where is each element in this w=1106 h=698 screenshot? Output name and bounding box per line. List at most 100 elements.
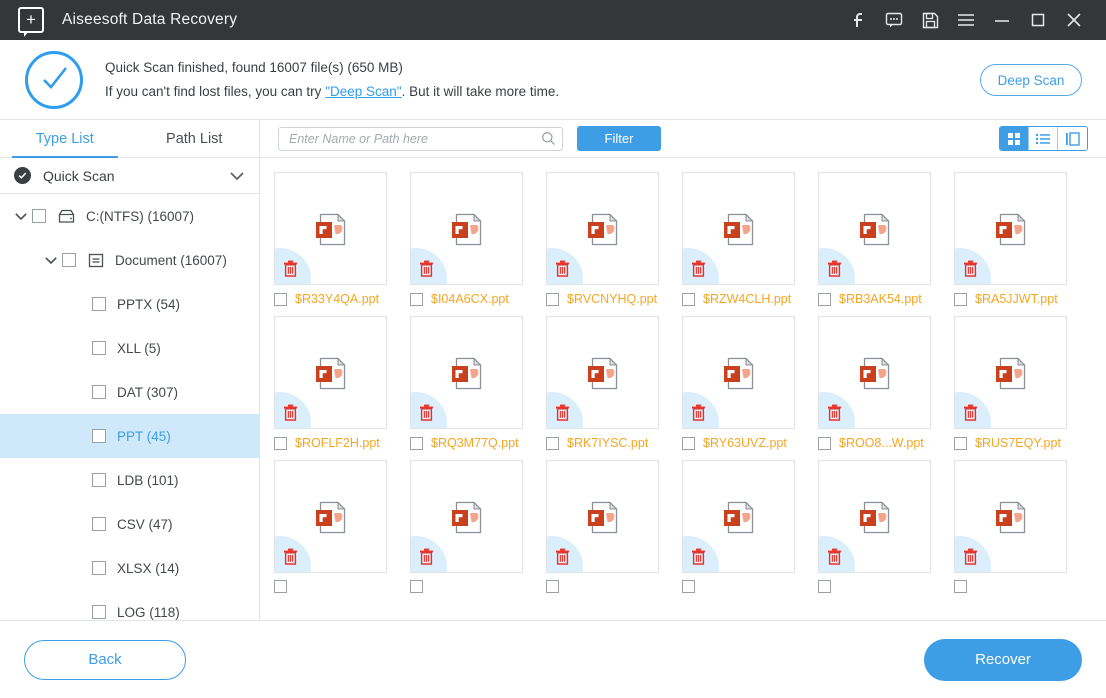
tab-path-list[interactable]: Path List — [130, 120, 260, 157]
scan-mode-row[interactable]: Quick Scan — [0, 158, 259, 194]
file-checkbox[interactable] — [274, 436, 287, 450]
facebook-icon[interactable] — [840, 0, 876, 40]
file-grid-area[interactable]: $R33Y4QA.ppt $I04A6CX.ppt $RVCNYHQ.ppt $RZW… — [260, 158, 1106, 620]
tree-item[interactable]: LOG (118) — [0, 590, 259, 620]
search-icon[interactable] — [541, 131, 556, 146]
file-thumbnail[interactable] — [818, 316, 931, 429]
file-checkbox[interactable] — [410, 292, 423, 306]
save-icon[interactable] — [912, 0, 948, 40]
recover-button[interactable]: Recover — [924, 638, 1082, 681]
chevron-down-icon[interactable] — [10, 212, 32, 221]
file-thumbnail[interactable] — [274, 460, 387, 573]
file-checkbox[interactable] — [274, 580, 287, 593]
maximize-icon[interactable] — [1020, 0, 1056, 40]
tree-item-checkbox[interactable] — [92, 341, 106, 355]
file-checkbox[interactable] — [546, 580, 559, 593]
tree-item-checkbox[interactable] — [92, 517, 106, 531]
minimize-icon[interactable] — [984, 0, 1020, 40]
file-thumbnail[interactable] — [274, 316, 387, 429]
file-checkbox[interactable] — [954, 580, 967, 593]
file-tile[interactable] — [274, 460, 387, 593]
file-thumbnail[interactable] — [410, 172, 523, 285]
file-thumbnail[interactable] — [954, 172, 1067, 285]
file-checkbox[interactable] — [410, 580, 423, 593]
tab-type-list[interactable]: Type List — [0, 120, 130, 158]
file-thumbnail[interactable] — [546, 460, 659, 573]
tree-item[interactable]: LDB (101) — [0, 458, 259, 502]
file-tile[interactable]: $RZW4CLH.ppt — [682, 172, 795, 306]
file-thumbnail[interactable] — [410, 460, 523, 573]
tree-item[interactable]: DAT (307) — [0, 370, 259, 414]
file-thumbnail[interactable] — [410, 316, 523, 429]
file-checkbox[interactable] — [682, 292, 695, 306]
file-tile[interactable] — [682, 460, 795, 593]
file-tile[interactable] — [954, 460, 1067, 593]
file-tile[interactable]: $RUS7EQY.ppt — [954, 316, 1067, 450]
chevron-down-icon[interactable] — [229, 171, 245, 181]
menu-icon[interactable] — [948, 0, 984, 40]
tree-item-checkbox[interactable] — [92, 297, 106, 311]
tree-item-checkbox[interactable] — [92, 429, 106, 443]
deep-scan-button[interactable]: Deep Scan — [980, 64, 1082, 96]
file-tile[interactable]: $ROO8...W.ppt — [818, 316, 931, 450]
file-thumbnail[interactable] — [682, 172, 795, 285]
file-thumbnail[interactable] — [274, 172, 387, 285]
file-thumbnail[interactable] — [954, 460, 1067, 573]
close-icon[interactable] — [1056, 0, 1092, 40]
tree-item[interactable]: CSV (47) — [0, 502, 259, 546]
file-thumbnail[interactable] — [954, 316, 1067, 429]
file-checkbox[interactable] — [818, 292, 831, 306]
file-checkbox[interactable] — [274, 292, 287, 306]
tree-item-checkbox[interactable] — [62, 253, 76, 267]
tree-item-checkbox[interactable] — [32, 209, 46, 223]
file-checkbox[interactable] — [546, 292, 559, 306]
file-tile[interactable]: $RA5JJWT.ppt — [954, 172, 1067, 306]
file-checkbox[interactable] — [818, 580, 831, 593]
detail-panel-icon[interactable] — [1058, 127, 1087, 150]
tree-item[interactable]: PPT (45) — [0, 414, 259, 458]
file-checkbox[interactable] — [682, 580, 695, 593]
file-checkbox[interactable] — [954, 436, 967, 450]
file-thumbnail[interactable] — [818, 172, 931, 285]
file-checkbox[interactable] — [410, 436, 423, 450]
file-checkbox[interactable] — [954, 292, 967, 306]
file-thumbnail[interactable] — [546, 316, 659, 429]
tree-item-checkbox[interactable] — [92, 473, 106, 487]
file-tile[interactable]: $RQ3M77Q.ppt — [410, 316, 523, 450]
tree-item-checkbox[interactable] — [92, 605, 106, 619]
file-tile[interactable]: $RK7IYSC.ppt — [546, 316, 659, 450]
tree-item[interactable]: PPTX (54) — [0, 282, 259, 326]
tree-item-checkbox[interactable] — [92, 385, 106, 399]
chevron-down-icon[interactable] — [40, 256, 62, 265]
file-checkbox[interactable] — [546, 436, 559, 450]
tree-item[interactable]: XLL (5) — [0, 326, 259, 370]
grid-view-button[interactable] — [1000, 127, 1029, 150]
file-tile[interactable] — [546, 460, 659, 593]
filter-button[interactable]: Filter — [577, 126, 661, 151]
deep-scan-link[interactable]: "Deep Scan" — [325, 84, 401, 99]
search-input[interactable] — [289, 131, 541, 146]
file-tile[interactable]: $ROFLF2H.ppt — [274, 316, 387, 450]
feedback-chat-icon[interactable] — [876, 0, 912, 40]
back-button[interactable]: Back — [24, 639, 186, 680]
file-tile[interactable]: $RVCNYHQ.ppt — [546, 172, 659, 306]
file-thumbnail[interactable] — [682, 460, 795, 573]
file-thumbnail[interactable] — [546, 172, 659, 285]
file-checkbox[interactable] — [682, 436, 695, 450]
powerpoint-file-icon — [720, 496, 758, 538]
file-tile[interactable]: $I04A6CX.ppt — [410, 172, 523, 306]
file-tile[interactable]: $RY63UVZ.ppt — [682, 316, 795, 450]
file-tile[interactable]: $R33Y4QA.ppt — [274, 172, 387, 306]
search-box[interactable] — [278, 126, 563, 151]
file-thumbnail[interactable] — [818, 460, 931, 573]
file-tile[interactable]: $RB3AK54.ppt — [818, 172, 931, 306]
tree-item[interactable]: C:(NTFS) (16007) — [0, 194, 259, 238]
file-tile[interactable] — [818, 460, 931, 593]
tree-item-checkbox[interactable] — [92, 561, 106, 575]
tree-item[interactable]: Document (16007) — [0, 238, 259, 282]
file-tile[interactable] — [410, 460, 523, 593]
file-thumbnail[interactable] — [682, 316, 795, 429]
tree-item[interactable]: XLSX (14) — [0, 546, 259, 590]
list-view-button[interactable] — [1029, 127, 1058, 150]
file-checkbox[interactable] — [818, 436, 831, 450]
